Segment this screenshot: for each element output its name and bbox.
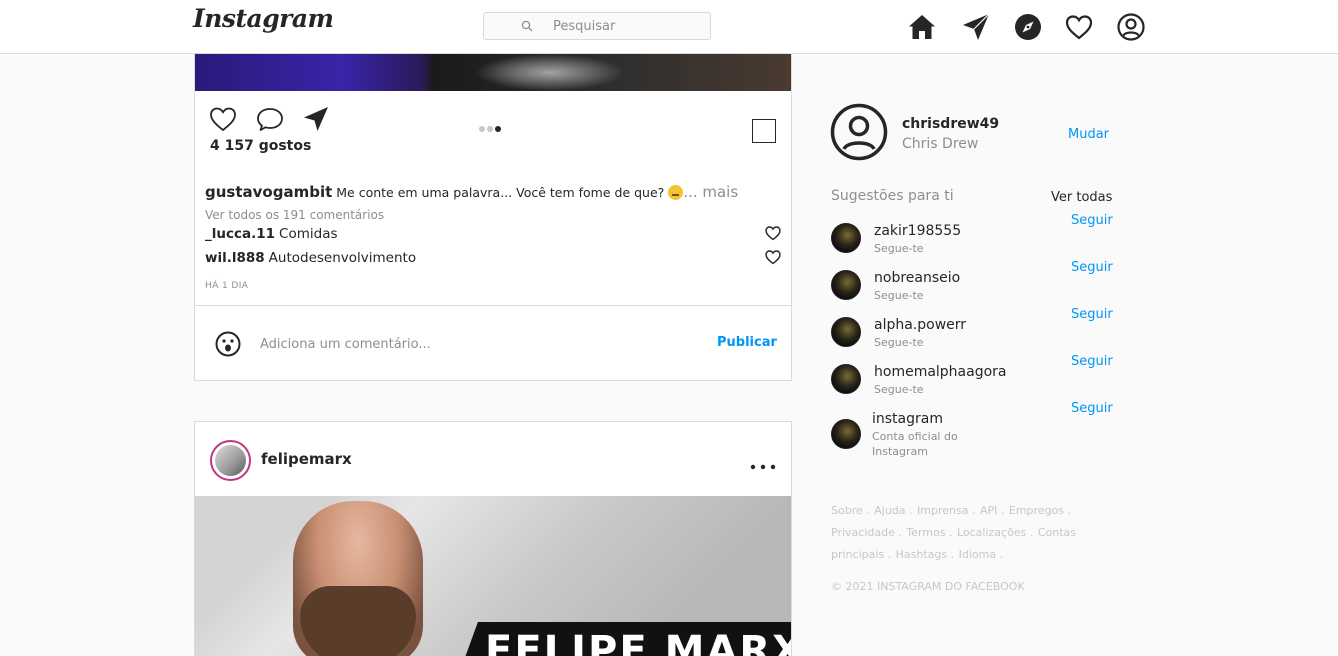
- emoji-icon[interactable]: [214, 330, 242, 358]
- post-card: 4 157 gostos gustavogambit Me conte em um…: [194, 54, 792, 381]
- profile-icon[interactable]: [1116, 12, 1146, 42]
- thinking-emoji-icon: [668, 185, 684, 200]
- follow-button[interactable]: Seguir: [1071, 307, 1113, 322]
- footer-link-jobs[interactable]: Empregos .: [1009, 504, 1071, 517]
- suggestion-username[interactable]: instagram: [872, 411, 943, 427]
- avatar[interactable]: [831, 223, 861, 253]
- post-image-text: FELIPE MARX: [485, 628, 791, 656]
- post-timestamp[interactable]: HÁ 1 DIA: [205, 281, 248, 291]
- post-card: felipemarx FELIPE MARX: [194, 421, 792, 656]
- comment-input[interactable]: [260, 334, 680, 354]
- avatar[interactable]: [831, 364, 861, 394]
- search-icon: [521, 20, 533, 32]
- post-caption: gustavogambit Me conte em uma palavra... …: [205, 183, 738, 201]
- activity-heart-icon[interactable]: [1064, 12, 1094, 42]
- view-all-comments-link[interactable]: Ver todos os 191 comentários: [205, 208, 384, 222]
- share-icon[interactable]: [301, 104, 331, 134]
- caption-username[interactable]: gustavogambit: [205, 183, 332, 201]
- follow-button[interactable]: Seguir: [1071, 354, 1113, 369]
- top-navigation: Instagram: [0, 0, 1338, 54]
- follow-button[interactable]: Seguir: [1071, 260, 1113, 275]
- see-all-link[interactable]: Ver todas: [1051, 190, 1112, 205]
- footer-link-hashtags[interactable]: Hashtags .: [896, 548, 954, 561]
- footer-link-locations[interactable]: Localizações .: [957, 526, 1033, 539]
- comment-text: Autodesenvolvimento: [268, 250, 417, 266]
- explore-icon[interactable]: [1013, 12, 1043, 42]
- direct-icon[interactable]: [961, 12, 991, 42]
- post-image[interactable]: [195, 54, 791, 91]
- like-count[interactable]: 4 157 gostos: [210, 138, 311, 154]
- home-icon[interactable]: [907, 12, 937, 42]
- follow-button[interactable]: Seguir: [1071, 401, 1113, 416]
- avatar[interactable]: [831, 317, 861, 347]
- avatar[interactable]: [831, 419, 861, 449]
- comment-item: wil.l888 Autodesenvolvimento: [205, 250, 416, 266]
- footer-link-terms[interactable]: Termos .: [906, 526, 952, 539]
- save-icon[interactable]: [752, 119, 776, 143]
- instagram-logo[interactable]: Instagram: [193, 4, 334, 33]
- suggestion-subtitle: Conta oficial do Instagram: [872, 430, 958, 458]
- copyright: © 2021 INSTAGRAM DO FACEBOOK: [831, 580, 1025, 593]
- footer-link-about[interactable]: Sobre .: [831, 504, 870, 517]
- caption-text: Me conte em uma palavra... Você tem fome…: [336, 185, 665, 200]
- footer-link-press[interactable]: Imprensa .: [917, 504, 975, 517]
- footer-link-language[interactable]: Idioma .: [959, 548, 1003, 561]
- comment-like-icon[interactable]: [764, 224, 782, 242]
- suggestion-username[interactable]: zakir198555: [874, 223, 961, 239]
- search-box[interactable]: [483, 12, 711, 40]
- footer-link-help[interactable]: Ajuda .: [874, 504, 912, 517]
- avatar[interactable]: [831, 270, 861, 300]
- avatar[interactable]: [210, 440, 251, 481]
- suggestion-subtitle: Segue-te: [874, 289, 924, 302]
- comment-icon[interactable]: [255, 104, 285, 134]
- more-options-icon[interactable]: [749, 462, 777, 472]
- comment-item: _lucca.11 Comidas: [205, 226, 338, 242]
- switch-account-button[interactable]: Mudar: [1068, 127, 1109, 142]
- profile-avatar-icon[interactable]: [830, 103, 888, 161]
- footer-link-api[interactable]: API .: [980, 504, 1004, 517]
- like-icon[interactable]: [208, 104, 238, 134]
- suggestion-username[interactable]: homemalphaagora: [874, 364, 1007, 380]
- footer-links: Sobre . Ajuda . Imprensa . API . Emprego…: [831, 500, 1101, 566]
- suggestion-subtitle: Segue-te: [874, 383, 924, 396]
- comment-text: Comidas: [279, 226, 338, 242]
- carousel-indicator: [479, 117, 503, 136]
- profile-full-name: Chris Drew: [902, 136, 979, 152]
- post-image[interactable]: FELIPE MARX: [195, 496, 791, 656]
- search-input[interactable]: [553, 17, 703, 35]
- suggestion-subtitle: Segue-te: [874, 242, 924, 255]
- comment-like-icon[interactable]: [764, 248, 782, 266]
- more-link[interactable]: ... mais: [683, 183, 738, 201]
- post-username[interactable]: felipemarx: [261, 450, 352, 468]
- publish-button[interactable]: Publicar: [717, 335, 777, 350]
- add-comment-bar: Publicar: [195, 305, 791, 380]
- follow-button[interactable]: Seguir: [1071, 213, 1113, 228]
- suggestion-username[interactable]: alpha.powerr: [874, 317, 966, 333]
- comment-username[interactable]: wil.l888: [205, 250, 265, 266]
- comment-username[interactable]: _lucca.11: [205, 226, 275, 242]
- suggestion-subtitle: Segue-te: [874, 336, 924, 349]
- profile-username[interactable]: chrisdrew49: [902, 116, 999, 132]
- suggestion-username[interactable]: nobreanseio: [874, 270, 960, 286]
- suggestions-title: Sugestões para ti: [831, 188, 954, 204]
- footer-link-privacy[interactable]: Privacidade .: [831, 526, 902, 539]
